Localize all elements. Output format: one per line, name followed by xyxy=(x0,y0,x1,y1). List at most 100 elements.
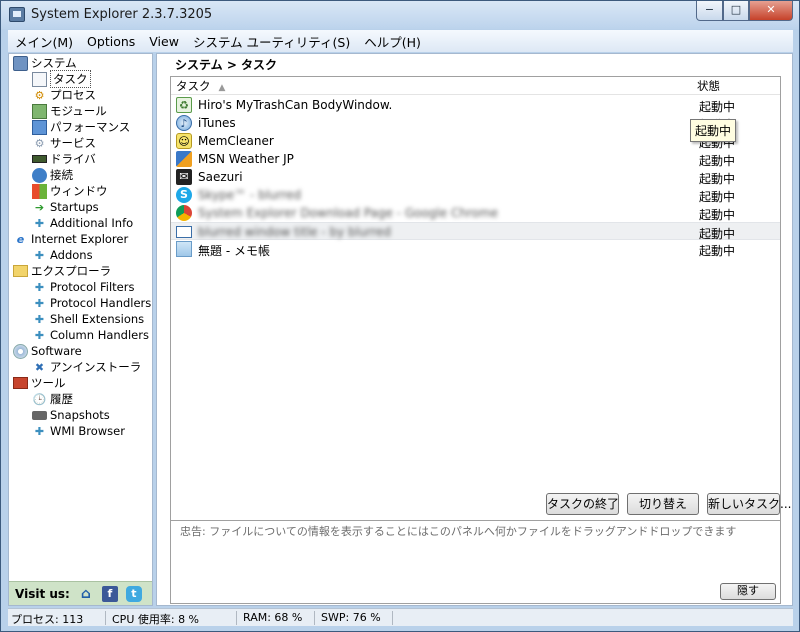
status-separator xyxy=(392,611,393,625)
module-icon xyxy=(32,103,47,119)
tree-item-label: ドライバ xyxy=(50,152,96,166)
performance-icon xyxy=(32,119,47,135)
puzzle-icon: ✚ xyxy=(34,216,45,230)
folder-icon xyxy=(13,265,28,277)
status-separator xyxy=(236,611,237,625)
status-cpu-usage: CPU 使用率: 8 % xyxy=(112,613,200,626)
task-list-icon xyxy=(32,71,47,87)
table-row[interactable]: System Explorer Download Page - Google C… xyxy=(171,204,780,222)
itunes-icon: ♪ xyxy=(176,115,192,131)
weather-icon xyxy=(176,151,192,167)
task-name: iTunes xyxy=(198,116,236,130)
tree-item-label: Internet Explorer xyxy=(31,232,129,246)
internet-explorer-icon: e xyxy=(16,232,25,246)
end-task-button[interactable]: タスクの終了 xyxy=(546,493,619,515)
table-row[interactable]: ☺ MemCleaner 起動中 xyxy=(171,132,780,150)
table-row-selected[interactable]: blurred window title - by blurred 起動中 xyxy=(171,222,780,241)
tree-item-performance[interactable]: パフォーマンス xyxy=(32,119,130,135)
title-bar[interactable]: System Explorer 2.3.7.3205 − □ ✕ xyxy=(1,1,799,29)
tree-item-label: Software xyxy=(31,344,82,358)
tree-item-windows[interactable]: ウィンドウ xyxy=(32,183,108,199)
tree-item-software[interactable]: Software xyxy=(13,343,82,359)
new-task-button[interactable]: 新しいタスク... xyxy=(707,493,791,515)
table-row[interactable]: S Skype™ - blurred 起動中 xyxy=(171,186,780,204)
navigation-tree[interactable]: システム タスク ⚙ プロセス モジュール パフォーマンス ⚙ サービス ドライ… xyxy=(8,53,153,606)
task-state: 起動中 xyxy=(699,208,736,222)
table-row[interactable]: 無題 - メモ帳 起動中 xyxy=(171,240,780,258)
close-button[interactable]: ✕ xyxy=(749,1,793,21)
tree-item-connections[interactable]: 接続 xyxy=(32,167,73,183)
tree-item-label: プロセス xyxy=(50,88,96,102)
startup-arrow-icon: ➔ xyxy=(34,200,45,214)
puzzle-icon: ✚ xyxy=(34,424,45,438)
maximize-button[interactable]: □ xyxy=(723,1,749,21)
facebook-icon[interactable]: f xyxy=(101,585,118,602)
tree-item-wmi-browser[interactable]: ✚ WMI Browser xyxy=(32,423,125,439)
task-name: Skype™ - blurred xyxy=(198,188,302,202)
tree-item-protocol-handlers[interactable]: ✚ Protocol Handlers xyxy=(32,295,151,311)
table-row[interactable]: ♪ iTunes 起動中 xyxy=(171,114,780,132)
breadcrumb: システム > タスク xyxy=(175,58,278,72)
sort-ascending-icon: ▲ xyxy=(218,83,226,93)
tree-item-label: Shell Extensions xyxy=(50,312,145,326)
menu-help[interactable]: ヘルプ(H) xyxy=(357,32,428,51)
tree-item-label: WMI Browser xyxy=(50,424,125,438)
table-row[interactable]: MSN Weather JP 起動中 xyxy=(171,150,780,168)
tree-item-system[interactable]: システム xyxy=(13,55,77,71)
table-row[interactable]: ✉ Saezuri 起動中 xyxy=(171,168,780,186)
system-explorer-app-icon[interactable] xyxy=(9,7,25,22)
tree-item-protocol-filters[interactable]: ✚ Protocol Filters xyxy=(32,279,135,295)
column-header-state[interactable]: 状態 xyxy=(697,78,720,94)
tree-item-tools[interactable]: ツール xyxy=(13,375,66,391)
task-name: MSN Weather JP xyxy=(198,152,294,166)
computer-icon xyxy=(13,55,28,71)
tree-item-tasks[interactable]: タスク xyxy=(32,70,91,88)
task-name: System Explorer Download Page - Google C… xyxy=(198,206,499,220)
tree-item-startups[interactable]: ➔ Startups xyxy=(32,199,99,215)
tree-item-modules[interactable]: モジュール xyxy=(32,103,107,119)
grid-header: タスク ▲ 状態 xyxy=(171,77,780,95)
globe-icon xyxy=(32,167,47,183)
tree-item-internet-explorer[interactable]: e Internet Explorer xyxy=(13,231,128,247)
tree-item-processes[interactable]: ⚙ プロセス xyxy=(32,87,96,103)
camera-icon xyxy=(32,410,47,420)
twitter-icon[interactable]: t xyxy=(125,585,142,602)
task-grid[interactable]: タスク ▲ 状態 ♻ Hiro's MyTrashCan BodyWindow. … xyxy=(170,76,781,537)
tree-item-label: Additional Info xyxy=(50,216,134,230)
tree-item-shell-extensions[interactable]: ✚ Shell Extensions xyxy=(32,311,144,327)
window-title: System Explorer 2.3.7.3205 xyxy=(31,7,213,22)
tree-item-uninstaller[interactable]: ✖ アンインストーラ xyxy=(32,359,141,375)
tree-item-drivers[interactable]: ドライバ xyxy=(32,151,96,167)
tree-item-label: ウィンドウ xyxy=(50,184,108,198)
menu-main[interactable]: メイン(M) xyxy=(8,32,80,51)
puzzle-icon: ✚ xyxy=(34,328,45,342)
driver-chip-icon xyxy=(32,155,47,163)
uninstall-icon: ✖ xyxy=(34,360,45,374)
task-state: 起動中 xyxy=(699,100,736,114)
tree-item-additional-info[interactable]: ✚ Additional Info xyxy=(32,215,133,231)
switch-to-button[interactable]: 切り替え xyxy=(627,493,699,515)
menu-system-utility[interactable]: システム ユーティリティ(S) xyxy=(186,32,357,51)
table-row[interactable]: ♻ Hiro's MyTrashCan BodyWindow. 起動中 xyxy=(171,96,780,114)
tree-item-column-handlers[interactable]: ✚ Column Handlers xyxy=(32,327,149,343)
app-window: System Explorer 2.3.7.3205 − □ ✕ メイン(M) … xyxy=(0,0,800,632)
status-ram-usage: RAM: 68 % xyxy=(243,611,303,624)
column-header-task[interactable]: タスク ▲ xyxy=(176,78,225,94)
hide-button[interactable]: 隠す xyxy=(720,583,776,600)
tree-item-snapshots[interactable]: Snapshots xyxy=(32,407,110,423)
visit-us-label: Visit us: xyxy=(15,586,70,601)
minimize-button[interactable]: − xyxy=(696,1,723,21)
tree-item-explorer[interactable]: エクスプローラ xyxy=(13,263,111,279)
tree-item-addons[interactable]: ✚ Addons xyxy=(32,247,93,263)
task-name: Hiro's MyTrashCan BodyWindow. xyxy=(198,98,393,112)
tree-item-label: パフォーマンス xyxy=(50,120,131,134)
tree-item-label: アンインストーラ xyxy=(50,360,142,374)
menu-view[interactable]: View xyxy=(142,34,186,49)
tree-item-services[interactable]: ⚙ サービス xyxy=(32,135,96,151)
tree-item-history[interactable]: 🕒 履歴 xyxy=(32,391,73,407)
puzzle-icon: ✚ xyxy=(34,248,45,262)
home-icon[interactable]: ⌂ xyxy=(78,586,94,602)
task-state: 起動中 xyxy=(699,154,736,168)
file-info-panel[interactable]: 忠告: ファイルについての情報を表示することにはこのパネルへ何かファイルをドラッ… xyxy=(170,520,781,604)
menu-options[interactable]: Options xyxy=(80,34,142,49)
